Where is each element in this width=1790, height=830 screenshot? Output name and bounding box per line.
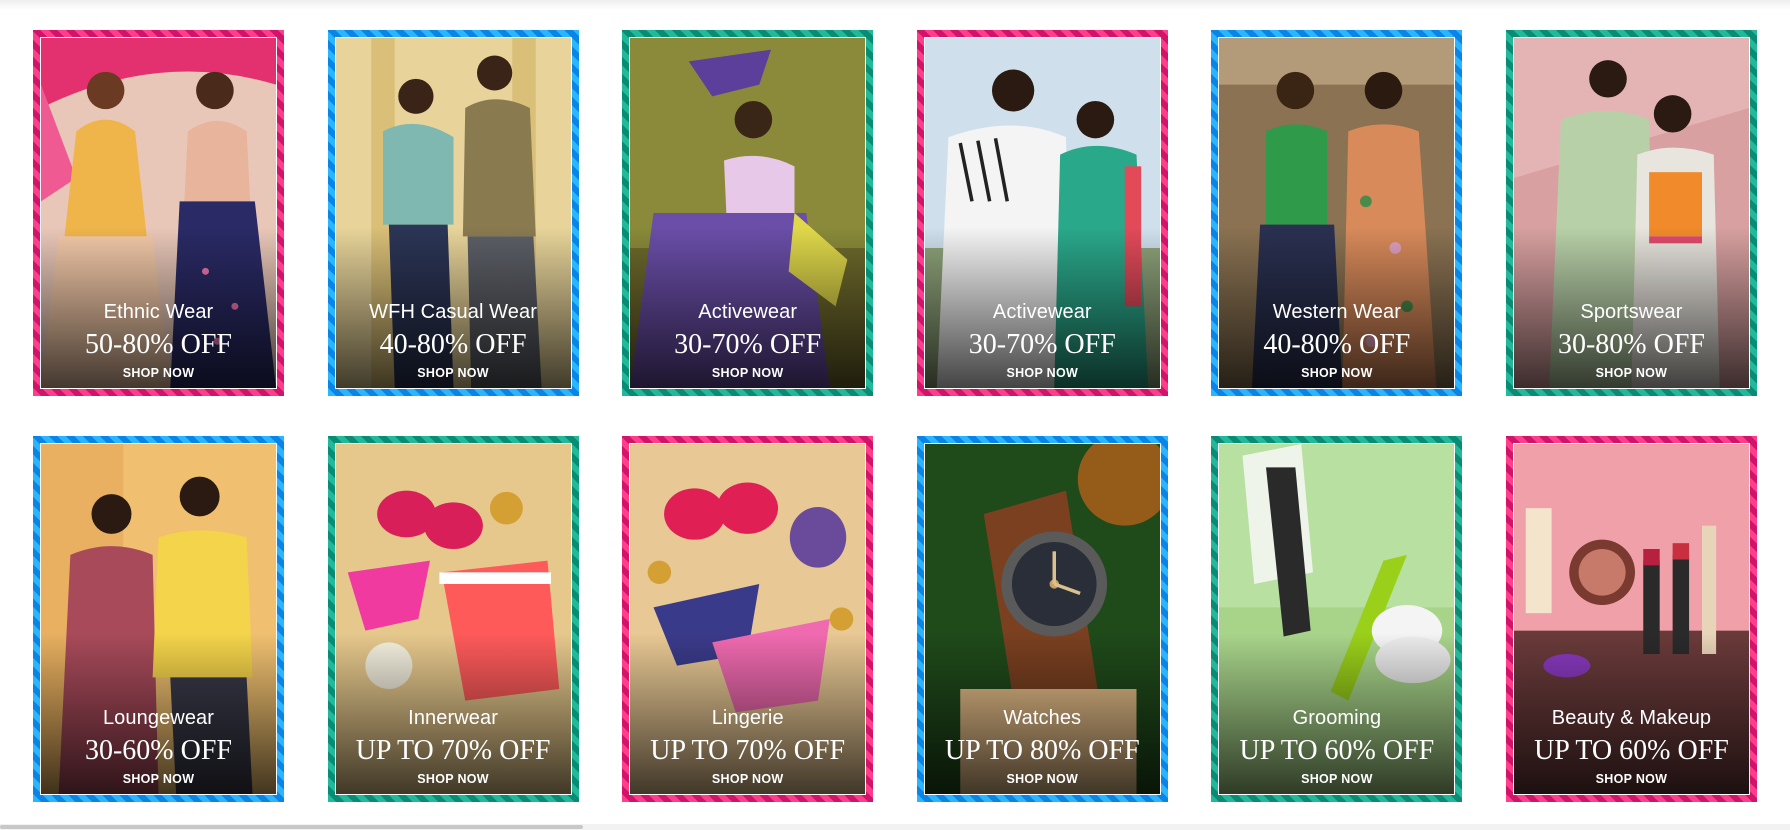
category-label: Western Wear [1272,301,1402,323]
category-label: Innerwear [408,707,499,729]
category-label: Beauty & Makeup [1551,707,1712,729]
offer-card-sportswear[interactable]: Sportswear 30-80% OFF SHOP NOW [1505,30,1757,396]
card-inner: Lingerie UP TO 70% OFF SHOP NOW [629,443,867,795]
card-inner: Grooming UP TO 60% OFF SHOP NOW [1218,443,1456,795]
discount-label: 30-70% OFF [968,329,1116,360]
shop-now-link[interactable]: SHOP NOW [630,364,865,382]
card-caption: Grooming UP TO 60% OFF SHOP NOW [1219,706,1454,788]
card-caption: Watches UP TO 80% OFF SHOP NOW [925,706,1160,788]
card-caption: Ethnic Wear 50-80% OFF SHOP NOW [41,300,276,382]
card-caption: Activewear 30-70% OFF SHOP NOW [630,300,865,382]
category-label: Ethnic Wear [103,301,214,323]
category-label: Activewear [698,301,798,323]
discount-label: 40-80% OFF [1263,329,1411,360]
discount-label: 40-80% OFF [379,329,527,360]
card-caption: Loungewear 30-60% OFF SHOP NOW [41,706,276,788]
card-inner: Sportswear 30-80% OFF SHOP NOW [1512,37,1750,389]
shop-now-link[interactable]: SHOP NOW [630,770,865,788]
shop-now-link[interactable]: SHOP NOW [41,364,276,382]
offer-card-innerwear[interactable]: Innerwear UP TO 70% OFF SHOP NOW [327,436,579,802]
category-label: Grooming [1292,707,1382,729]
shop-now-link[interactable]: SHOP NOW [1514,364,1749,382]
card-caption: Western Wear 40-80% OFF SHOP NOW [1219,300,1454,382]
discount-label: 30-60% OFF [84,735,232,766]
discount-label: UP TO 70% OFF [355,735,551,766]
offer-card-grooming[interactable]: Grooming UP TO 60% OFF SHOP NOW [1211,436,1463,802]
discount-label: UP TO 60% OFF [1239,735,1435,766]
discount-label: UP TO 70% OFF [650,735,846,766]
scrollbar-thumb[interactable] [0,825,583,829]
card-caption: Innerwear UP TO 70% OFF SHOP NOW [336,706,571,788]
shop-now-link[interactable]: SHOP NOW [1514,770,1749,788]
card-inner: Loungewear 30-60% OFF SHOP NOW [40,443,277,795]
category-label: Lingerie [711,707,784,729]
offer-card-lingerie[interactable]: Lingerie UP TO 70% OFF SHOP NOW [622,436,874,802]
offer-card-ethnic-wear[interactable]: Ethnic Wear 50-80% OFF SHOP NOW [33,30,284,396]
shop-now-link[interactable]: SHOP NOW [1219,364,1454,382]
offer-card-watches[interactable]: Watches UP TO 80% OFF SHOP NOW [916,436,1168,802]
category-label: Loungewear [102,707,215,729]
card-inner: Beauty & Makeup UP TO 60% OFF SHOP NOW [1512,443,1750,795]
card-caption: Lingerie UP TO 70% OFF SHOP NOW [630,706,865,788]
discount-label: 30-70% OFF [674,329,822,360]
offer-card-beauty-makeup[interactable]: Beauty & Makeup UP TO 60% OFF SHOP NOW [1505,436,1757,802]
offer-card-wfh-casual-wear[interactable]: WFH Casual Wear 40-80% OFF SHOP NOW [327,30,579,396]
card-inner: Watches UP TO 80% OFF SHOP NOW [923,443,1161,795]
shop-now-link[interactable]: SHOP NOW [336,364,571,382]
shop-now-link[interactable]: SHOP NOW [925,364,1160,382]
card-caption: Beauty & Makeup UP TO 60% OFF SHOP NOW [1514,706,1749,788]
discount-label: UP TO 60% OFF [1534,735,1729,766]
card-caption: Activewear 30-70% OFF SHOP NOW [925,300,1160,382]
discount-label: 50-80% OFF [84,329,232,360]
category-label: WFH Casual Wear [369,301,537,323]
shop-now-link[interactable]: SHOP NOW [336,770,571,788]
shop-now-link[interactable]: SHOP NOW [1219,770,1454,788]
offer-card-loungewear[interactable]: Loungewear 30-60% OFF SHOP NOW [33,436,284,802]
offer-card-activewear[interactable]: Activewear 30-70% OFF SHOP NOW [622,30,874,396]
card-inner: Ethnic Wear 50-80% OFF SHOP NOW [40,37,277,389]
discount-label: UP TO 80% OFF [944,735,1140,766]
category-offer-grid: Ethnic Wear 50-80% OFF SHOP NOW WFH Casu… [33,30,1757,802]
card-caption: WFH Casual Wear 40-80% OFF SHOP NOW [336,300,571,382]
horizontal-scrollbar[interactable] [0,824,1790,830]
page-top-strip [0,0,1790,10]
offer-card-activewear-men[interactable]: Activewear 30-70% OFF SHOP NOW [916,30,1168,396]
card-inner: Activewear 30-70% OFF SHOP NOW [629,37,867,389]
category-label: Watches [1003,707,1082,729]
shop-now-link[interactable]: SHOP NOW [41,770,276,788]
card-inner: Innerwear UP TO 70% OFF SHOP NOW [334,443,572,795]
card-inner: Western Wear 40-80% OFF SHOP NOW [1218,37,1456,389]
shop-now-link[interactable]: SHOP NOW [925,770,1160,788]
card-caption: Sportswear 30-80% OFF SHOP NOW [1514,300,1749,382]
category-label: Activewear [992,301,1092,323]
offer-card-western-wear[interactable]: Western Wear 40-80% OFF SHOP NOW [1211,30,1463,396]
card-inner: Activewear 30-70% OFF SHOP NOW [923,37,1161,389]
category-label: Sportswear [1580,301,1683,323]
card-inner: WFH Casual Wear 40-80% OFF SHOP NOW [334,37,572,389]
discount-label: 30-80% OFF [1557,329,1705,360]
